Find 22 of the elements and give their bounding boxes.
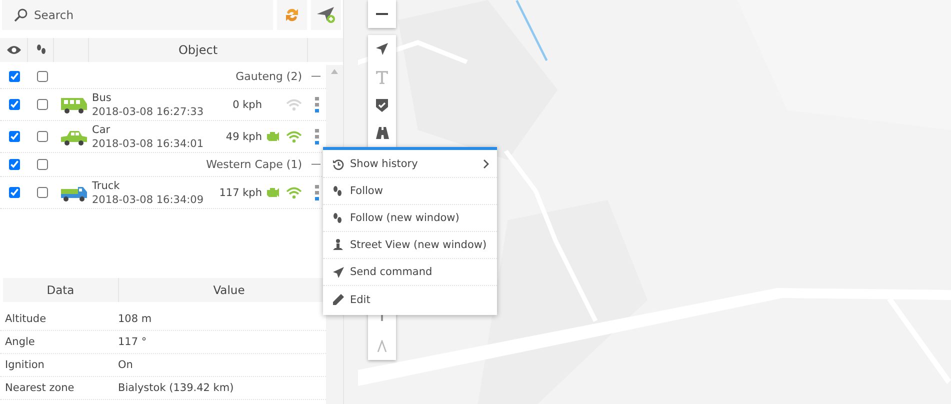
speed-label: 49 kph xyxy=(226,130,262,142)
column-header: Data xyxy=(46,283,74,297)
table-cell: Bialystok (139.42 km) xyxy=(118,382,234,394)
group-name: Gauteng (2) xyxy=(236,70,302,83)
object-timestamp: 2018-03-08 16:34:01 xyxy=(92,136,204,150)
table-cell: 108 m xyxy=(118,313,152,325)
table-cell: On xyxy=(118,359,133,371)
table-cell-text: Ignition xyxy=(5,359,46,371)
object-name: Truck xyxy=(92,178,121,192)
table-cell-text: Altitude xyxy=(5,313,48,325)
column-header: Value xyxy=(213,283,245,297)
table-cell: 117 ° xyxy=(118,336,147,348)
object-timestamp: 2018-03-08 16:27:33 xyxy=(92,104,204,118)
table-cell-text: Angle xyxy=(5,336,36,348)
speed-label: 0 kph xyxy=(232,98,262,110)
speed-label: 117 kph xyxy=(219,186,262,198)
object-timestamp: 2018-03-08 16:34:09 xyxy=(92,192,204,206)
object-name: Car xyxy=(92,122,112,136)
column-header: Object xyxy=(178,43,218,57)
object-name: Bus xyxy=(92,90,112,104)
table-cell-text: Nearest zone xyxy=(5,382,76,394)
group-name: Western Cape (1) xyxy=(206,158,302,171)
